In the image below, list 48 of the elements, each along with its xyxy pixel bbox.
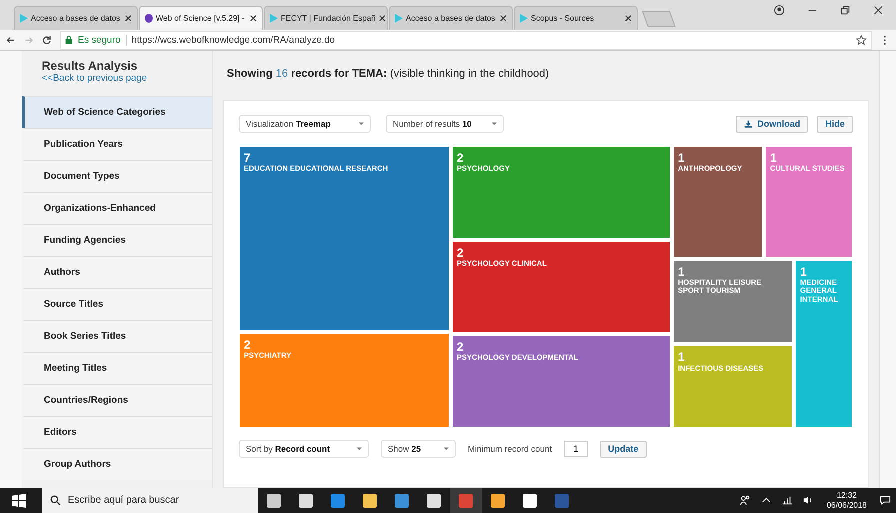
results-heading: Showing 16 records for TEMA: (visible thinking in the childhood) <box>227 68 550 80</box>
clock-time: 12:32 <box>836 490 857 500</box>
browser-tab[interactable]: Acceso a bases de datos <box>389 6 513 30</box>
site-icon <box>145 14 153 23</box>
sidebar-item[interactable]: Web of Science Categories <box>22 96 212 128</box>
url-text: https://wcs.webofknowledge.com/RA/analyze.do <box>132 34 336 46</box>
close-icon[interactable] <box>378 15 386 22</box>
show-dropdown[interactable]: Show 25 <box>381 440 456 458</box>
account-icon[interactable] <box>774 4 785 16</box>
update-button[interactable]: Update <box>600 440 647 458</box>
browser-tab[interactable]: Web of Science [v.5.29] - <box>139 6 263 30</box>
site-icon <box>520 14 528 23</box>
scrollbar[interactable] <box>879 51 896 488</box>
close-icon[interactable] <box>250 15 257 22</box>
restore-icon[interactable] <box>840 4 851 16</box>
lock-icon <box>65 35 73 45</box>
sort-dropdown[interactable]: Sort by Record count <box>239 440 369 458</box>
search-icon <box>50 495 61 506</box>
site-icon <box>20 14 28 23</box>
minimum-count-label: Minimum record count <box>468 444 552 454</box>
close-icon[interactable] <box>873 4 884 16</box>
site-icon <box>395 14 403 23</box>
browser-tab[interactable]: Acceso a bases de datos <box>14 6 138 30</box>
close-icon[interactable] <box>125 15 132 22</box>
results-count-dropdown[interactable]: Number of results 10 <box>386 115 504 133</box>
site-icon <box>270 14 278 23</box>
hide-button[interactable]: Hide <box>817 116 853 132</box>
star-icon[interactable] <box>856 34 867 46</box>
back-link[interactable]: <<Back to previous page <box>42 73 212 84</box>
close-icon[interactable] <box>625 15 632 22</box>
browser-tab[interactable]: FECYT | Fundación Españ <box>264 6 388 30</box>
clock-date: 06/06/2018 <box>826 500 867 510</box>
secure-label: Es seguro <box>78 34 121 46</box>
close-icon[interactable] <box>500 15 507 22</box>
back-arrow-icon[interactable] <box>6 34 16 46</box>
notification-icon[interactable] <box>880 495 891 506</box>
browser-tab[interactable]: Scopus - Sources <box>514 6 638 30</box>
taskbar-search-field[interactable]: Escribe aquí para buscar <box>42 488 258 513</box>
sidebar-title: Results Analysis <box>42 59 139 73</box>
reload-icon[interactable] <box>42 34 52 46</box>
download-button[interactable]: Download <box>736 116 808 132</box>
people-icon[interactable] <box>740 495 751 506</box>
address-field[interactable]: Es seguro https://wcs.webofknowledge.com/RA/analyze.do <box>60 30 872 50</box>
visualization-dropdown[interactable]: Visualization Treemap <box>239 115 371 133</box>
download-icon <box>744 120 754 128</box>
minimum-count-field[interactable]: 1 <box>564 441 588 457</box>
network-icon[interactable] <box>782 495 793 506</box>
volume-icon[interactable] <box>802 495 814 506</box>
